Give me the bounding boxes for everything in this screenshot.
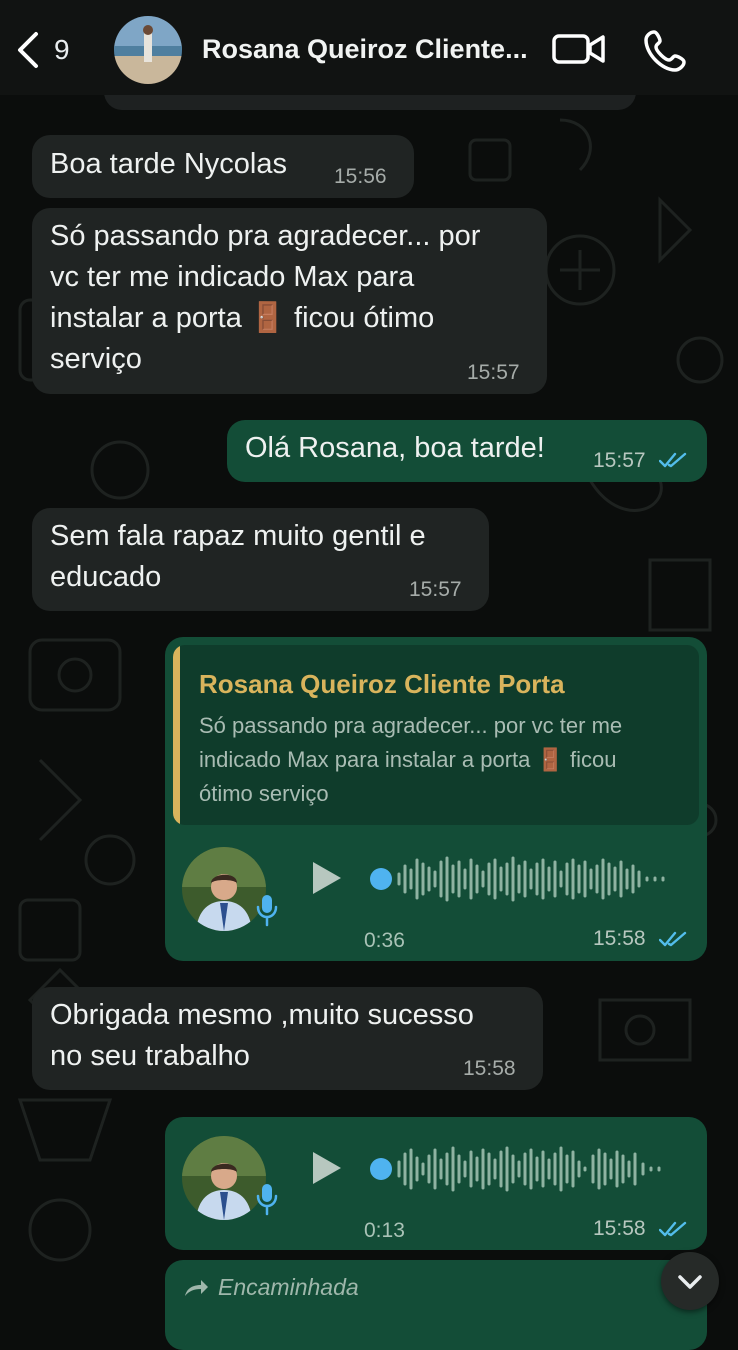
message-time: 15:56 [334, 165, 387, 188]
microphone-icon [256, 1184, 278, 1216]
man-in-suit-photo [182, 1136, 266, 1220]
voice-message[interactable]: 0:13 15:58 [165, 1117, 707, 1250]
video-call-icon[interactable] [552, 30, 606, 68]
message-text-line: Obrigada mesmo ,muito sucesso [50, 999, 474, 1031]
message-text-line: serviço [50, 343, 142, 375]
message-time: 15:58 [593, 927, 646, 950]
chat-header: 9 Rosana Queiroz Cliente... [0, 0, 738, 95]
quoted-author: Rosana Queiroz Cliente Porta [199, 669, 565, 699]
play-icon[interactable] [310, 859, 344, 897]
forwarded-label: Encaminhada [218, 1274, 359, 1300]
read-ticks-icon [659, 452, 687, 468]
chevron-down-icon [678, 1275, 702, 1289]
message-incoming[interactable]: Só passando pra agradecer... por vc ter … [32, 208, 547, 394]
quoted-text-line: ótimo serviço [199, 781, 329, 806]
waveform[interactable] [367, 854, 667, 904]
message-time: 15:58 [593, 1217, 646, 1240]
play-icon[interactable] [310, 1149, 344, 1187]
message-text-line: educado [50, 561, 162, 593]
message-incoming[interactable]: Boa tarde Nycolas 15:56 [32, 135, 414, 198]
message-text-line: Só passando pra agradecer... por [50, 220, 481, 252]
unread-count: 9 [54, 34, 70, 65]
message-incoming[interactable]: Obrigada mesmo ,muito sucesso no seu tra… [32, 987, 543, 1090]
contact-name[interactable]: Rosana Queiroz Cliente... [202, 34, 532, 65]
message-text-line: vc ter me indicado Max para [50, 261, 415, 293]
message-outgoing[interactable]: Olá Rosana, boa tarde! 15:57 [227, 420, 707, 482]
playback-position-dot [370, 868, 392, 890]
voice-duration: 0:13 [364, 1219, 405, 1242]
message-time: 15:57 [409, 578, 462, 601]
voice-duration: 0:36 [364, 929, 405, 952]
quoted-text: Só passando pra agradecer... por vc ter … [199, 709, 699, 811]
voice-message-reply[interactable]: Rosana Queiroz Cliente Porta Só passando… [165, 637, 707, 961]
read-ticks-icon [659, 931, 687, 947]
phone-icon[interactable] [644, 28, 688, 72]
chevron-left-icon [18, 32, 38, 68]
forward-arrow-icon [185, 1280, 208, 1296]
message-text-line: instalar a porta 🚪 ficou ótimo [50, 302, 435, 334]
sender-avatar [182, 1136, 266, 1220]
message-incoming[interactable]: Sem fala rapaz muito gentil e educado 15… [32, 508, 489, 611]
message-time: 15:57 [593, 449, 646, 472]
sender-avatar [182, 847, 266, 931]
playback-position-dot [370, 1158, 392, 1180]
message-text: Olá Rosana, boa tarde! [245, 432, 545, 464]
beach-photo [114, 16, 182, 84]
message-text: Boa tarde Nycolas [50, 148, 287, 180]
message-text-line: no seu trabalho [50, 1040, 250, 1072]
message-text-line: Sem fala rapaz muito gentil e [50, 520, 426, 552]
man-in-suit-photo [182, 847, 266, 931]
scroll-to-bottom-button[interactable] [661, 1252, 719, 1310]
quoted-text-line: indicado Max para instalar a porta 🚪 fic… [199, 747, 617, 772]
back-button[interactable]: 9 [14, 28, 84, 72]
message-time: 15:57 [467, 361, 520, 384]
waveform[interactable] [367, 1144, 667, 1194]
quoted-text-line: Só passando pra agradecer... por vc ter … [199, 713, 623, 738]
read-ticks-icon [659, 1221, 687, 1237]
microphone-icon [256, 895, 278, 927]
quote-accent-bar [173, 645, 180, 825]
forwarded-message[interactable]: Encaminhada [165, 1260, 707, 1350]
quoted-message[interactable]: Rosana Queiroz Cliente Porta Só passando… [173, 645, 699, 825]
message-time: 15:58 [463, 1057, 516, 1080]
contact-avatar[interactable] [114, 16, 182, 84]
